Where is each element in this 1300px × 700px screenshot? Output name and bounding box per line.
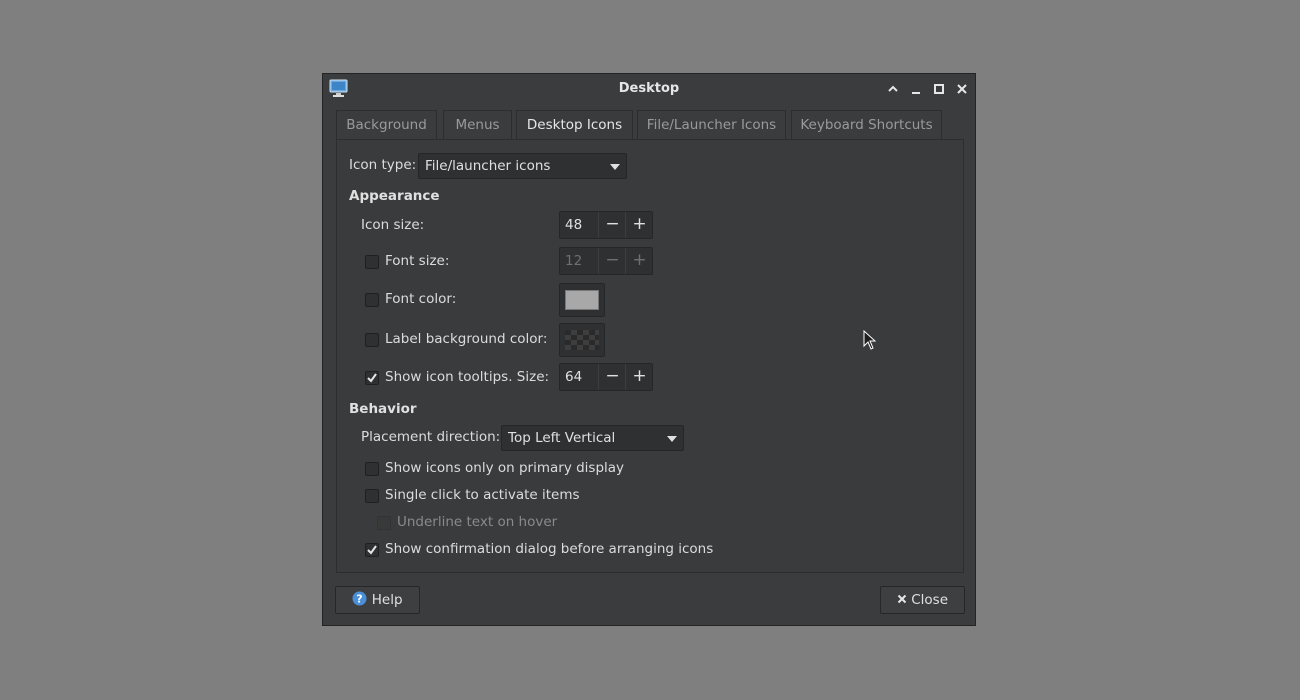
tab-file-launcher-icons[interactable]: File/Launcher Icons: [637, 110, 786, 140]
icon-type-label: Icon type:: [349, 157, 417, 173]
minimize-icon[interactable]: [909, 82, 923, 96]
tooltip-size-spinner[interactable]: 64 − +: [559, 363, 653, 391]
help-icon: ?: [352, 591, 367, 606]
font-color-button[interactable]: [559, 283, 605, 317]
close-icon[interactable]: [955, 82, 969, 96]
close-button[interactable]: Close: [880, 586, 965, 614]
tab-keyboard-shortcuts[interactable]: Keyboard Shortcuts: [791, 110, 942, 140]
single-click-label: Single click to activate items: [385, 487, 580, 503]
svg-text:?: ?: [357, 593, 363, 606]
font-size-label: Font size:: [385, 253, 450, 269]
icon-size-spinner[interactable]: 48 − +: [559, 211, 653, 239]
underline-hover-checkbox: [377, 516, 391, 530]
shade-icon[interactable]: [886, 82, 900, 96]
icon-size-increment-button[interactable]: +: [625, 212, 653, 238]
show-tooltips-checkbox[interactable]: [365, 371, 379, 385]
primary-display-label: Show icons only on primary display: [385, 460, 625, 476]
tooltip-size-increment-button[interactable]: +: [625, 364, 653, 390]
tooltip-size-decrement-button[interactable]: −: [598, 364, 626, 390]
icon-size-value[interactable]: 48: [565, 212, 582, 238]
help-button[interactable]: ? Help: [335, 586, 420, 614]
single-click-checkbox[interactable]: [365, 489, 379, 503]
icon-size-decrement-button[interactable]: −: [598, 212, 626, 238]
tooltip-size-value[interactable]: 64: [565, 364, 582, 390]
appearance-heading: Appearance: [349, 188, 440, 204]
confirm-arrange-checkbox[interactable]: [365, 543, 379, 557]
tab-background[interactable]: Background: [336, 110, 437, 140]
font-size-increment-button: +: [625, 248, 653, 274]
tab-menus[interactable]: Menus: [443, 110, 512, 140]
close-x-icon: [897, 594, 907, 604]
primary-display-checkbox[interactable]: [365, 462, 379, 476]
checkmark-icon: [367, 373, 377, 383]
help-label: Help: [371, 592, 403, 608]
icon-size-label: Icon size:: [361, 217, 425, 233]
font-size-decrement-button: −: [598, 248, 626, 274]
mouse-pointer-icon: [863, 330, 876, 350]
icon-type-value: File/launcher icons: [425, 158, 551, 174]
placement-direction-combo[interactable]: Top Left Vertical: [501, 425, 684, 451]
window-title: Desktop: [618, 81, 680, 96]
title-bar[interactable]: Desktop: [323, 74, 975, 104]
underline-hover-label: Underline text on hover: [397, 514, 558, 530]
font-color-checkbox[interactable]: [365, 293, 379, 307]
label-background-color-button[interactable]: [559, 323, 605, 357]
font-size-value: 12: [565, 253, 583, 269]
font-size-checkbox[interactable]: [365, 255, 379, 269]
desktop-settings-window: Desktop Background Menus Desktop Icons F…: [322, 73, 976, 626]
transparent-checker-swatch: [565, 330, 599, 350]
confirm-arrange-label: Show confirmation dialog before arrangin…: [385, 541, 714, 557]
checkmark-icon: [367, 545, 377, 555]
tab-desktop-icons[interactable]: Desktop Icons: [516, 110, 633, 141]
dropdown-arrow-icon: [610, 164, 620, 170]
label-background-label: Label background color:: [385, 331, 548, 347]
dropdown-arrow-icon: [667, 436, 677, 442]
label-background-checkbox[interactable]: [365, 333, 379, 347]
icon-type-combo[interactable]: File/launcher icons: [418, 153, 627, 179]
behavior-heading: Behavior: [349, 401, 417, 417]
show-tooltips-label: Show icon tooltips. Size:: [385, 369, 550, 385]
desktop-icons-panel: Icon type: File/launcher icons Appearanc…: [336, 139, 964, 573]
font-size-spinner: 12 − +: [559, 247, 653, 275]
maximize-icon[interactable]: [932, 82, 946, 96]
placement-direction-value: Top Left Vertical: [508, 430, 616, 446]
font-color-label: Font color:: [385, 291, 457, 307]
placement-direction-label: Placement direction:: [361, 429, 501, 445]
close-label: Close: [911, 592, 949, 608]
font-color-swatch: [565, 290, 599, 310]
